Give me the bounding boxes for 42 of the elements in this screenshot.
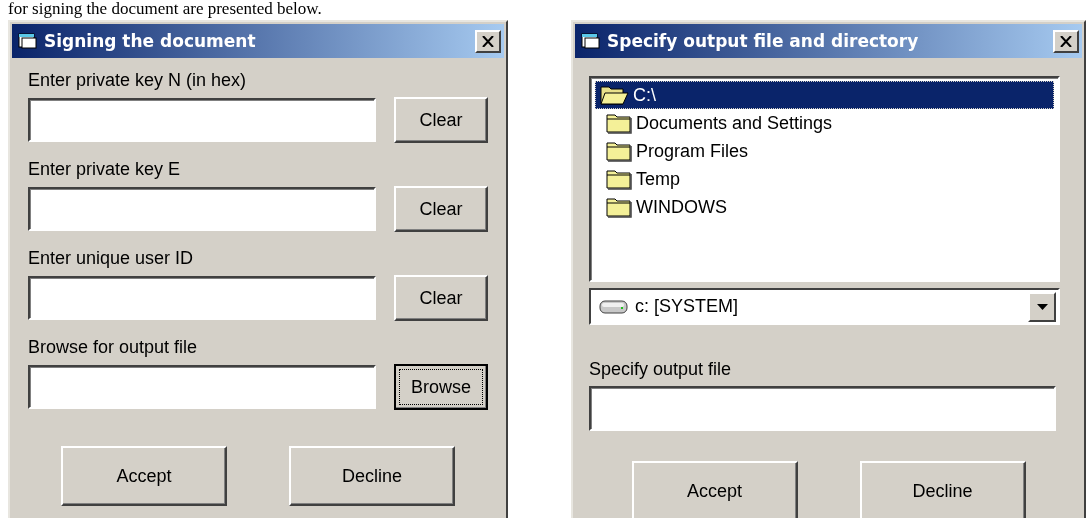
folder-icon [605,140,632,162]
accept-button[interactable]: Accept [631,461,798,518]
close-button[interactable] [475,29,501,53]
browse-button[interactable]: Browse [394,364,488,410]
intro-text: for signing the document are presented below. [7,0,323,18]
folder-item[interactable]: C:\ [595,81,1054,109]
field-label: Enter unique user ID [28,248,195,269]
close-button[interactable] [1053,29,1079,53]
field-label: Browse for output file [28,337,199,358]
window-icon [18,32,38,50]
field-label: Specify output file [589,359,733,380]
folder-icon [605,196,632,218]
field-label: Enter private key E [28,159,182,180]
field-label: Enter private key N (in hex) [28,70,248,91]
close-icon [482,35,494,47]
folder-item[interactable]: Program Files [595,137,1054,165]
folder-item[interactable]: Documents and Settings [595,109,1054,137]
decline-button[interactable]: Decline [859,461,1026,518]
input-field[interactable] [28,187,376,231]
accept-button[interactable]: Accept [61,446,227,506]
folder-item[interactable]: Temp [595,165,1054,193]
window-title: Signing the document [44,31,257,51]
folder-icon [605,112,632,134]
clear-button[interactable]: Clear [394,186,488,232]
input-field[interactable] [589,386,1056,431]
window-title: Specify output file and directory [607,31,920,51]
folder-icon [605,168,632,190]
folder-item[interactable]: WINDOWS [595,193,1054,221]
input-field[interactable] [28,365,376,409]
clear-button[interactable]: Clear [394,97,488,143]
open-folder-icon [599,84,629,106]
caret-icon [1036,303,1048,310]
input-field[interactable] [28,276,376,320]
drive-value: c: [SYSTEM] [635,296,740,317]
dropdown-button[interactable] [1028,291,1056,322]
decline-button[interactable]: Decline [289,446,455,506]
window-icon [581,32,601,50]
input-field[interactable] [28,98,376,142]
clear-button[interactable]: Clear [394,275,488,321]
drive-icon [599,297,629,316]
close-icon [1060,35,1072,47]
drive-dropdown[interactable]: c: [SYSTEM] [589,288,1060,325]
